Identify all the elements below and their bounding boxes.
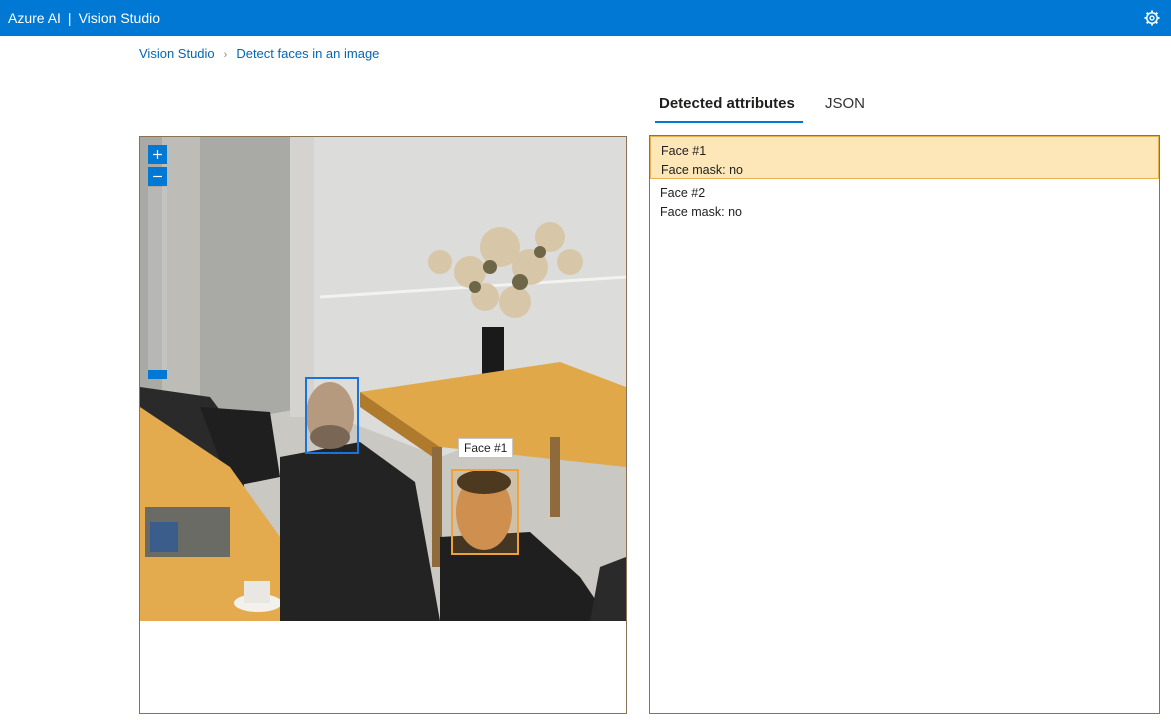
minus-icon: [153, 175, 162, 178]
image-viewer: Face #1: [139, 136, 627, 714]
brand-vision-studio: Vision Studio: [78, 10, 161, 26]
breadcrumb-detect-faces[interactable]: Detect faces in an image: [236, 46, 379, 61]
app-title[interactable]: Azure AI | Vision Studio: [8, 10, 160, 26]
breadcrumb-vision-studio[interactable]: Vision Studio: [139, 46, 215, 61]
chevron-right-icon: ›: [223, 49, 228, 61]
brand-azure-ai: Azure AI: [8, 10, 61, 26]
face-mask-value: Face mask: no: [660, 205, 742, 219]
gear-icon[interactable]: [1143, 9, 1161, 27]
face-list-item-1[interactable]: Face #1 Face mask: no: [650, 136, 1159, 179]
tab-detected-attributes[interactable]: Detected attributes: [659, 95, 795, 112]
attributes-panel: Face #1 Face mask: no Face #2 Face mask:…: [649, 135, 1160, 714]
plus-icon: [153, 150, 162, 159]
zoom-in-button[interactable]: [148, 145, 167, 164]
face-list-item-2[interactable]: Face #2 Face mask: no: [650, 179, 1159, 222]
zoom-slider-track[interactable]: [148, 187, 167, 375]
face-title: Face #1: [661, 144, 707, 158]
zoom-slider-thumb[interactable]: [148, 370, 167, 379]
top-bar: Azure AI | Vision Studio: [0, 0, 1171, 36]
face-title: Face #2: [660, 186, 706, 200]
tab-json[interactable]: JSON: [825, 95, 865, 112]
face-box-2[interactable]: [305, 377, 359, 454]
photo: [140, 137, 626, 621]
active-tab-indicator: [655, 121, 803, 123]
zoom-out-button[interactable]: [148, 167, 167, 186]
brand-separator: |: [67, 10, 72, 26]
breadcrumb: Vision Studio › Detect faces in an image: [139, 46, 379, 61]
face-mask-value: Face mask: no: [661, 163, 743, 177]
face-box-1[interactable]: [451, 469, 519, 555]
face-tooltip: Face #1: [458, 438, 514, 458]
